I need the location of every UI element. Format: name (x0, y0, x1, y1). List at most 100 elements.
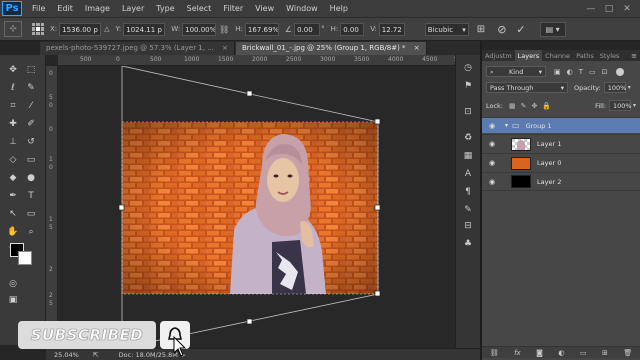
eye-icon[interactable]: ◉ (485, 159, 499, 167)
menu-file[interactable]: File (26, 4, 51, 13)
tab-paths[interactable]: Paths (573, 50, 597, 61)
tab-channels[interactable]: Channe (542, 50, 573, 61)
history-panel-icon[interactable]: ◷ (461, 61, 475, 75)
reference-point-icon[interactable] (32, 23, 44, 35)
healing-brush-icon[interactable]: ✚ (6, 117, 20, 131)
lock-all-icon[interactable]: 🔒 (542, 102, 551, 110)
maximize-button[interactable]: □ (600, 4, 618, 14)
chevron-down-icon[interactable]: ▾ (628, 84, 631, 91)
tab-brickwall[interactable]: Brickwall_01_-.jpg @ 25% (Group 1, RGB/8… (235, 42, 427, 55)
filter-smart-icon[interactable]: ⊡ (602, 68, 608, 76)
brush-panel-icon[interactable]: ✎ (461, 203, 475, 217)
menu-view[interactable]: View (249, 4, 280, 13)
swatches-panel-icon[interactable]: ⊡ (461, 105, 475, 119)
tab-pexels-photo[interactable]: pexels-photo-539727.jpeg @ 57.3% (Layer … (40, 42, 235, 55)
delta-icon[interactable]: △ (104, 25, 109, 33)
shape-tool-icon[interactable]: ▭ (24, 207, 38, 221)
chevron-down-icon[interactable]: ▾ (633, 102, 636, 109)
commit-icon[interactable]: ✓ (516, 23, 525, 36)
fill-field[interactable]: 100% (608, 100, 632, 111)
x-field[interactable]: 1536.00 p (59, 22, 102, 36)
history-brush-icon[interactable]: ↺ (24, 135, 38, 149)
menu-window[interactable]: Window (280, 4, 324, 13)
vskew-field[interactable]: 12.72 (378, 22, 405, 36)
menu-image[interactable]: Image (79, 4, 116, 13)
transform-tool-icon[interactable]: ⊹ (4, 21, 22, 37)
filter-kind-select[interactable]: ⌕ Kind ▾ (486, 66, 546, 77)
fx-icon[interactable]: fx (514, 349, 521, 357)
layer-row[interactable]: ◉ Layer 1 (482, 134, 640, 153)
folder-icon[interactable]: ▭ (580, 349, 587, 357)
pen-tool-icon[interactable]: ✒ (6, 189, 20, 203)
clone-source-icon[interactable]: ♣ (461, 237, 475, 251)
move-tool-icon[interactable]: ✥ (6, 63, 20, 77)
properties-panel-icon[interactable]: ⚑ (461, 79, 475, 93)
quick-mask-icon[interactable]: ◎ (6, 277, 20, 291)
lock-pixels-icon[interactable]: ✎ (521, 102, 527, 110)
y-field[interactable]: 1024.11 p (123, 22, 166, 36)
eye-icon[interactable]: ◉ (485, 122, 499, 130)
crop-tool-icon[interactable]: ⌗ (6, 99, 20, 113)
zoom-tool-icon[interactable]: ⌕ (24, 225, 38, 239)
color-panel-icon[interactable]: ▦ (461, 149, 475, 163)
lasso-tool-icon[interactable]: ℓ (6, 81, 20, 95)
minimize-button[interactable]: — (582, 4, 600, 14)
eye-icon[interactable]: ◉ (485, 140, 499, 148)
layer-comps-icon[interactable]: ♻ (461, 131, 475, 145)
lock-transparency-icon[interactable]: ▦ (509, 102, 516, 110)
share-icon[interactable]: ⇱ (93, 351, 99, 359)
gradient-tool-icon[interactable]: ▭ (24, 153, 38, 167)
close-icon[interactable]: × (414, 44, 420, 52)
zoom-level[interactable]: 25.04% (54, 351, 79, 359)
new-layer-icon[interactable]: ⊞ (602, 349, 608, 357)
cancel-icon[interactable]: ⊘ (497, 23, 506, 36)
menu-edit[interactable]: Edit (51, 4, 79, 13)
w-field[interactable]: 100.00% (182, 22, 217, 36)
menu-help[interactable]: Help (324, 4, 354, 13)
workspace-icon[interactable]: ▤ ▾ (539, 21, 566, 37)
link-icon[interactable]: ⛓ (490, 349, 499, 357)
tab-layers[interactable]: Layers (514, 50, 543, 61)
clone-stamp-icon[interactable]: ⊥ (6, 135, 20, 149)
dodge-tool-icon[interactable]: ● (24, 171, 38, 185)
menu-type[interactable]: Type (150, 4, 180, 13)
filter-pixel-icon[interactable]: ▣ (554, 68, 561, 76)
tab-adjustments[interactable]: Adjustm (482, 50, 515, 61)
blend-mode-select[interactable]: Pass Through ▾ (486, 82, 568, 93)
hskew-field[interactable]: 0.00 (340, 22, 365, 36)
close-window-button[interactable]: ✕ (618, 4, 636, 14)
layer-row-group[interactable]: ◉ ▾ ▭ Group 1 (482, 117, 640, 133)
h-field[interactable]: 167.69% (244, 22, 279, 36)
screen-mode-icon[interactable]: ▣ (6, 293, 20, 307)
character-panel-icon[interactable]: A (461, 167, 475, 181)
close-icon[interactable]: × (222, 44, 228, 52)
trash-icon[interactable]: 🗑 (623, 349, 632, 357)
tab-styles[interactable]: Styles (597, 50, 623, 61)
opacity-field[interactable]: 100% (603, 82, 626, 93)
link-aspect-icon[interactable]: ⛓ (219, 25, 229, 34)
panel-menu-icon[interactable]: ≡ (628, 50, 640, 61)
warp-icon[interactable]: ⊞ (477, 24, 485, 35)
mask-icon[interactable]: ◙ (536, 349, 543, 357)
background-color-swatch[interactable] (18, 251, 32, 265)
brush-tool-icon[interactable]: ✐ (24, 117, 38, 131)
marquee-tool-icon[interactable]: ⬚ (24, 63, 38, 77)
paragraph-panel-icon[interactable]: ¶ (461, 185, 475, 199)
filter-toggle-icon[interactable] (615, 67, 624, 76)
menu-filter[interactable]: Filter (217, 4, 249, 13)
eyedropper-tool-icon[interactable]: ⁄ (24, 99, 38, 113)
layer-row[interactable]: ◉ Layer 0 (482, 153, 640, 172)
filter-adjust-icon[interactable]: ◐ (567, 68, 573, 76)
tool-presets-icon[interactable]: ⊟ (461, 219, 475, 233)
quick-select-tool-icon[interactable]: ✎ (24, 81, 38, 95)
eraser-tool-icon[interactable]: ◇ (6, 153, 20, 167)
interpolation-select[interactable]: Bicubic ▾ (424, 22, 469, 36)
blur-tool-icon[interactable]: ◆ (6, 171, 20, 185)
canvas-area[interactable] (58, 66, 480, 348)
filter-shape-icon[interactable]: ▭ (589, 68, 596, 76)
menu-layer[interactable]: Layer (116, 4, 150, 13)
menu-select[interactable]: Select (181, 4, 218, 13)
lock-position-icon[interactable]: ✥ (532, 102, 538, 110)
type-tool-icon[interactable]: T (24, 189, 38, 203)
layer-row[interactable]: ◉ Layer 2 (482, 172, 640, 191)
